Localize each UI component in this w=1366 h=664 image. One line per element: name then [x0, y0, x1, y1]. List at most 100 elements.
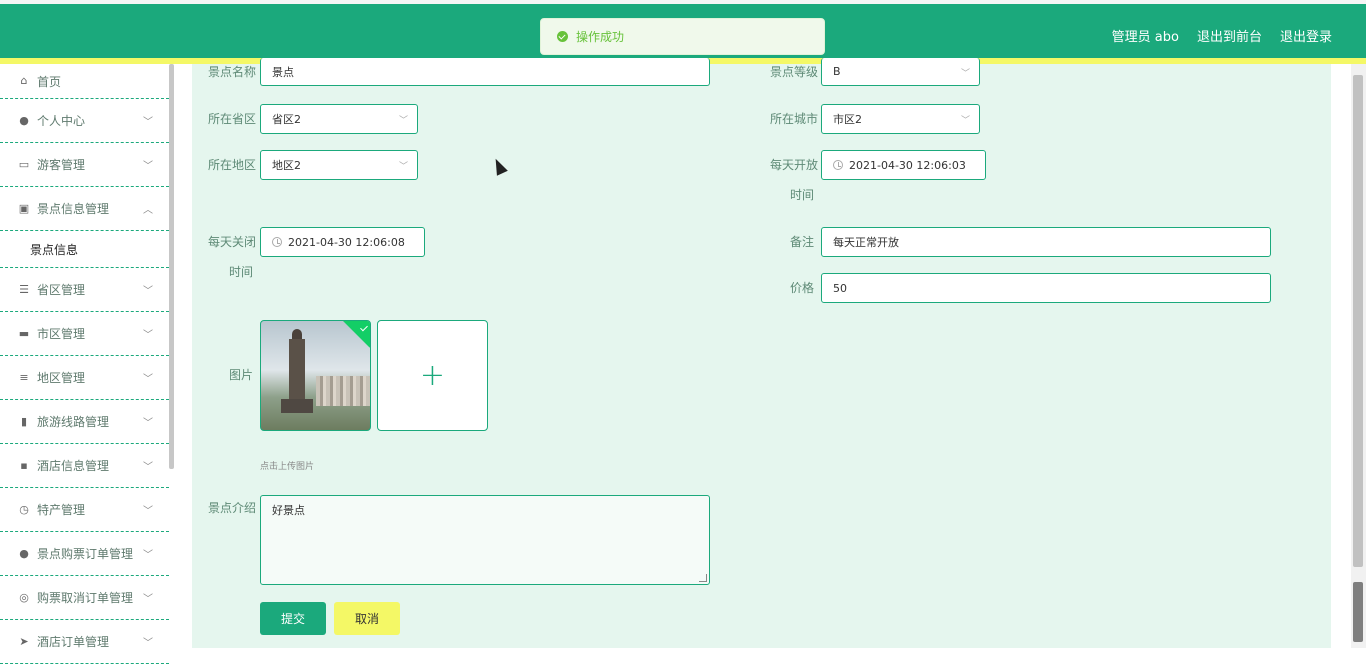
chevron-down-icon: ﹀ [398, 162, 408, 172]
home-icon: ⌂ [20, 74, 28, 87]
sidebar: ⌂ 首页 ● 个人中心 ﹀ ▭ 游客管理 ﹀ ▣ 景点信息管理 ︿ 景点信息 ☰… [0, 64, 169, 664]
sidebar-subitem-scenic-info[interactable]: 景点信息 [0, 231, 169, 268]
sidebar-item-label: 景点购票订单管理 [37, 547, 134, 561]
intro-label: 景点介绍 [208, 501, 257, 515]
city-buildings [316, 376, 370, 406]
area-label: 所在地区 [208, 158, 257, 172]
sidebar-item-specialty[interactable]: ◷ 特产管理 ﹀ [0, 488, 169, 532]
sidebar-item-label: 景点信息管理 [37, 202, 110, 216]
bus-icon: ▬ [18, 326, 30, 340]
sidebar-item-city[interactable]: ▬ 市区管理 ﹀ [0, 312, 169, 356]
sidebar-item-label: 首页 [37, 74, 62, 89]
sidebar-item-label: 游客管理 [37, 158, 86, 172]
price-input-value: 50 [833, 281, 847, 295]
sidebar-item-label: 省区管理 [37, 283, 86, 297]
remark-input-value: 每天正常开放 [833, 236, 899, 249]
logout-link[interactable]: 退出登录 [1280, 26, 1332, 45]
clock-icon: ◷ [19, 502, 29, 516]
chevron-down-icon: ﹀ [143, 594, 153, 605]
close-time-picker[interactable]: 2021-04-30 12:06:08 [260, 227, 425, 257]
level-label: 景点等级 [770, 65, 819, 79]
chevron-down-icon: ﹀ [143, 117, 153, 128]
intro-textarea-value: 好景点 [272, 504, 305, 517]
sidebar-item-province[interactable]: ☰ 省区管理 ﹀ [0, 268, 169, 312]
header-links: 管理员 abo 退出到前台 退出登录 [1112, 26, 1332, 45]
level-select[interactable]: B ﹀ [821, 58, 980, 86]
submit-button[interactable]: 提交 [260, 602, 326, 635]
province-label: 所在省区 [208, 112, 257, 126]
chevron-down-icon: ﹀ [398, 116, 408, 126]
cancel-button[interactable]: 取消 [334, 602, 400, 635]
remark-label: 备注 [790, 235, 815, 249]
price-label: 价格 [790, 281, 815, 295]
sidebar-subitem-label: 景点信息 [30, 242, 79, 257]
open-time-picker[interactable]: 2021-04-30 12:06:03 [821, 150, 986, 180]
chevron-down-icon: ﹀ [143, 550, 153, 561]
name-input[interactable]: 景点 [260, 58, 710, 86]
back-to-front-link[interactable]: 退出到前台 [1197, 26, 1262, 45]
city-select-value: 市区2 [833, 113, 862, 126]
sidebar-item-ticket-order[interactable]: ● 景点购票订单管理 ﹀ [0, 532, 169, 576]
sidebar-item-personal-center[interactable]: ● 个人中心 ﹀ [0, 99, 169, 143]
upload-tip: 点击上传图片 [260, 462, 315, 472]
plus-icon: + [419, 358, 446, 393]
area-select[interactable]: 地区2 ﹀ [260, 150, 418, 180]
sidebar-item-label: 地区管理 [37, 371, 86, 385]
ticket-icon: ▮ [20, 414, 28, 428]
send-icon: ➤ [19, 634, 29, 648]
sidebar-item-label: 市区管理 [37, 327, 86, 341]
user-icon: ● [19, 546, 29, 560]
page-scrollbar-thumb[interactable] [1353, 75, 1363, 567]
city-select[interactable]: 市区2 ﹀ [821, 104, 980, 134]
sidebar-item-route[interactable]: ▮ 旅游线路管理 ﹀ [0, 400, 169, 444]
clock-icon [833, 160, 843, 170]
page-scrollbar-thumb-active[interactable] [1353, 582, 1363, 642]
success-toast: 操作成功 [540, 18, 825, 55]
name-input-value: 景点 [272, 65, 294, 79]
chevron-down-icon: ﹀ [960, 69, 970, 79]
sidebar-item-label: 特产管理 [37, 503, 86, 517]
chevron-down-icon: ﹀ [143, 418, 153, 429]
sidebar-item-home[interactable]: ⌂ 首页 [0, 64, 169, 99]
chevron-down-icon: ﹀ [143, 161, 153, 172]
chevron-down-icon: ﹀ [960, 116, 970, 126]
sidebar-item-scenic-info[interactable]: ▣ 景点信息管理 ︿ [0, 187, 169, 231]
monument-base [281, 399, 313, 413]
card-icon: ▭ [18, 157, 30, 171]
clipboard-icon: ▣ [18, 201, 30, 215]
resize-handle[interactable] [699, 574, 707, 582]
sidebar-item-label: 酒店订单管理 [37, 635, 110, 649]
remark-input[interactable]: 每天正常开放 [821, 227, 1271, 257]
sidebar-item-label: 酒店信息管理 [37, 459, 110, 473]
chevron-down-icon: ﹀ [143, 638, 153, 649]
sliders-icon: ≡ [19, 370, 29, 384]
chevron-down-icon: ﹀ [143, 374, 153, 385]
sidebar-item-label: 旅游线路管理 [37, 415, 110, 429]
image-upload-button[interactable]: + [377, 320, 488, 431]
name-label: 景点名称 [208, 65, 257, 79]
open-time-value: 2021-04-30 12:06:03 [849, 158, 966, 172]
list-icon: ☰ [19, 282, 29, 296]
sidebar-item-label: 购票取消订单管理 [37, 591, 134, 605]
province-select[interactable]: 省区2 ﹀ [260, 104, 418, 134]
success-check-icon [557, 31, 568, 42]
price-input[interactable]: 50 [821, 273, 1271, 303]
uploaded-image-thumbnail[interactable] [260, 320, 371, 431]
area-select-value: 地区2 [272, 159, 301, 172]
sidebar-item-area[interactable]: ≡ 地区管理 ﹀ [0, 356, 169, 400]
close-time-value: 2021-04-30 12:06:08 [288, 235, 405, 249]
close-time-label: 每天关闭 [208, 235, 257, 249]
sidebar-scrollbar[interactable] [169, 64, 174, 469]
level-select-value: B [833, 65, 841, 78]
admin-name: 管理员 abo [1111, 30, 1179, 45]
chevron-down-icon: ﹀ [143, 286, 153, 297]
sidebar-item-hotel-order[interactable]: ➤ 酒店订单管理 ﹀ [0, 620, 169, 664]
monument [289, 339, 305, 401]
sidebar-item-hotel[interactable]: ▪ 酒店信息管理 ﹀ [0, 444, 169, 488]
city-label: 所在城市 [770, 112, 819, 126]
intro-textarea[interactable]: 好景点 [260, 495, 710, 585]
close-time-label-line2: 时间 [229, 265, 254, 279]
sidebar-item-label: 个人中心 [37, 114, 86, 128]
sidebar-item-visitor[interactable]: ▭ 游客管理 ﹀ [0, 143, 169, 187]
sidebar-item-cancel-order[interactable]: ◎ 购票取消订单管理 ﹀ [0, 576, 169, 620]
